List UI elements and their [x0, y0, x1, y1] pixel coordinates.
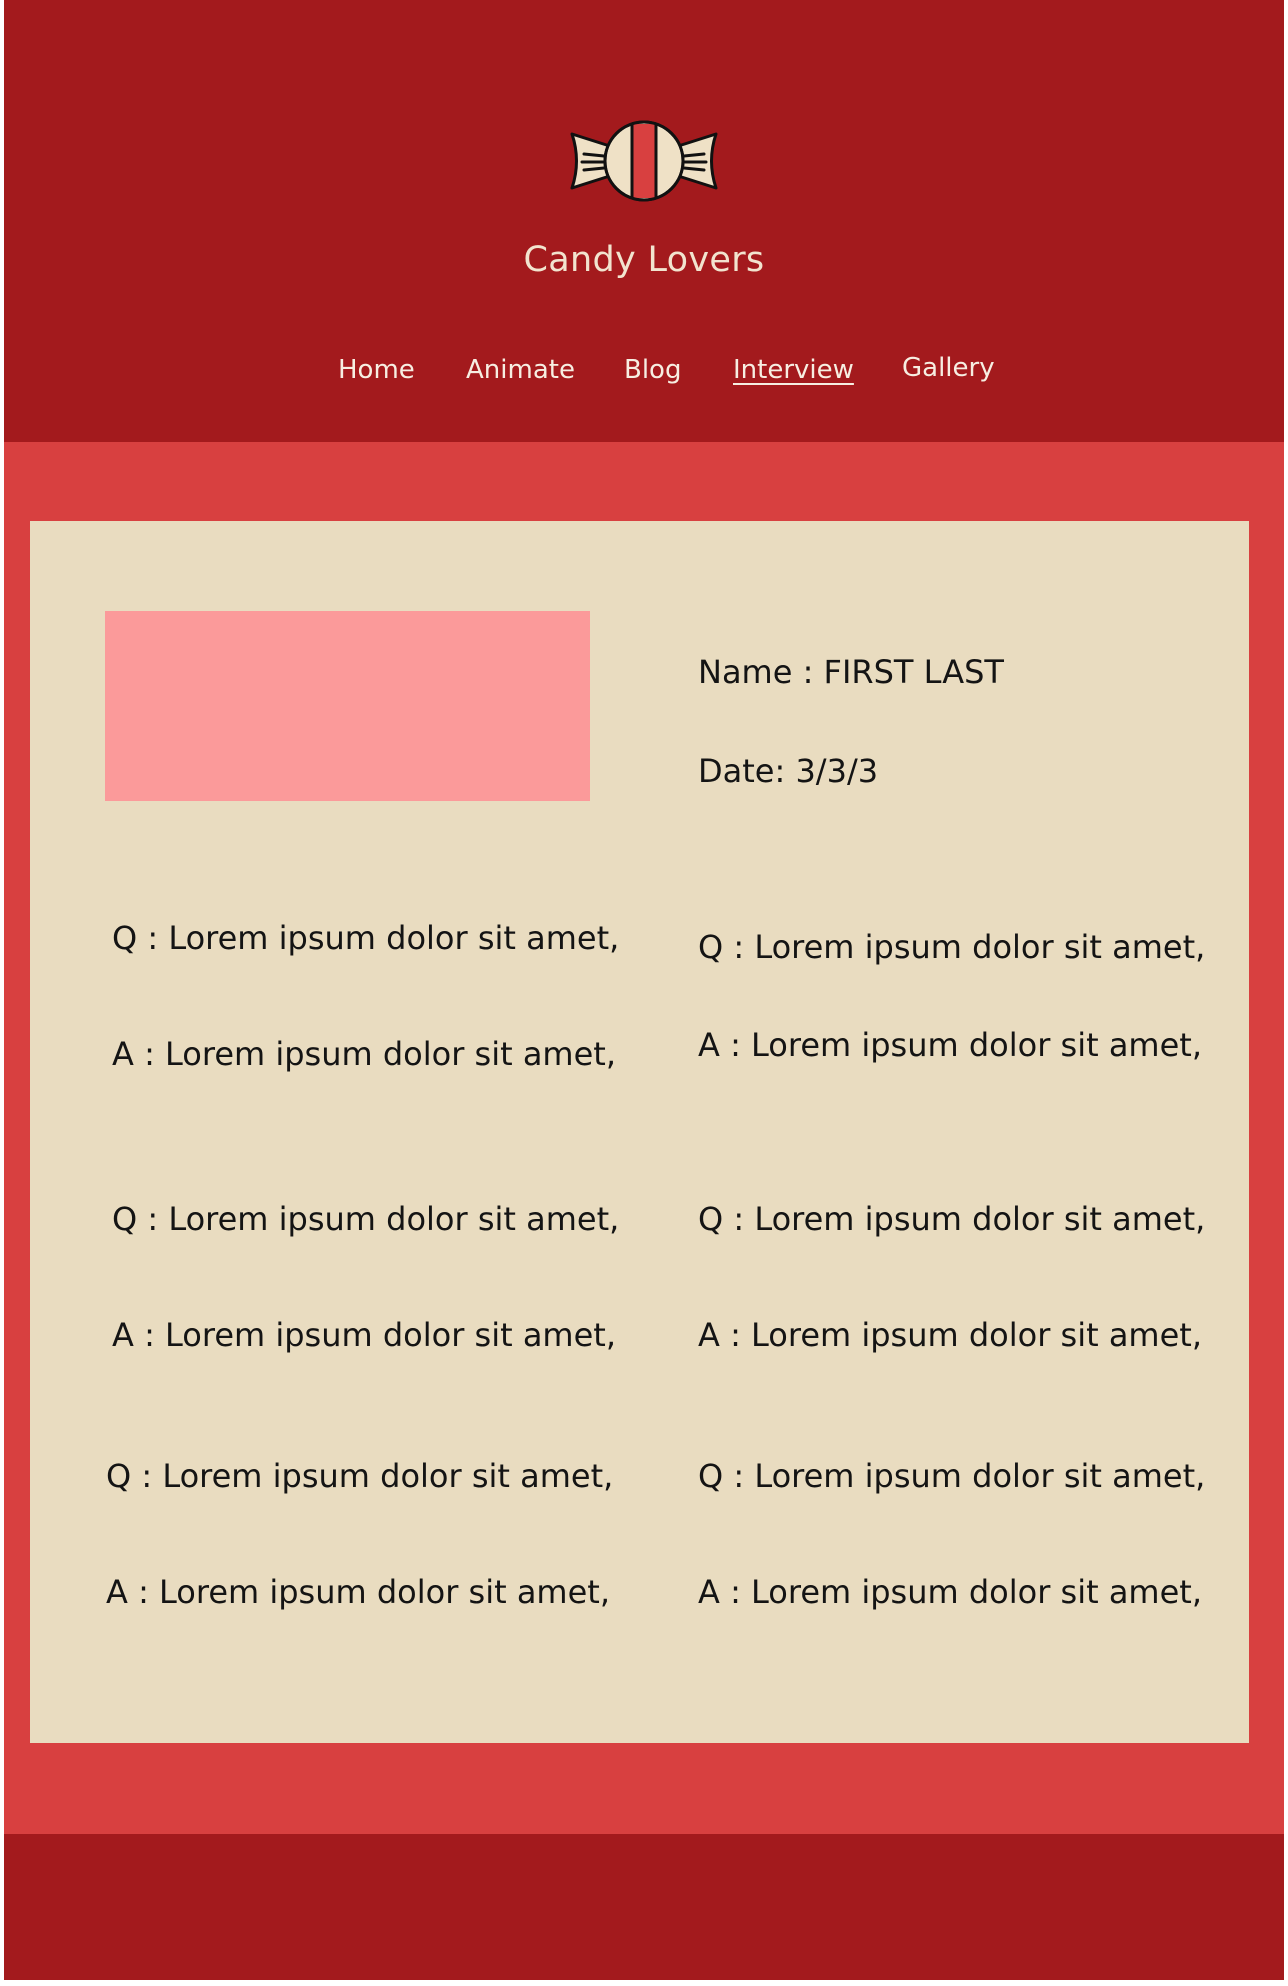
- question-3: Q : Lorem ipsum dolor sit amet,: [112, 1200, 620, 1238]
- answer-6: A : Lorem ipsum dolor sit amet,: [698, 1573, 1202, 1611]
- question-5: Q : Lorem ipsum dolor sit amet,: [106, 1457, 614, 1495]
- question-6: Q : Lorem ipsum dolor sit amet,: [698, 1457, 1206, 1495]
- nav-home[interactable]: Home: [338, 355, 415, 385]
- nav-animate[interactable]: Animate: [466, 355, 575, 385]
- interviewee-name: Name : FIRST LAST: [698, 653, 1004, 691]
- question-1: Q : Lorem ipsum dolor sit amet,: [112, 919, 620, 957]
- answer-2: A : Lorem ipsum dolor sit amet,: [698, 1026, 1202, 1064]
- nav-blog[interactable]: Blog: [624, 355, 681, 385]
- site-footer: [4, 1834, 1284, 1980]
- answer-3: A : Lorem ipsum dolor sit amet,: [112, 1316, 616, 1354]
- question-2: Q : Lorem ipsum dolor sit amet,: [698, 928, 1206, 966]
- site-header: Candy Lovers Home Animate Blog Interview…: [4, 0, 1284, 442]
- answer-1: A : Lorem ipsum dolor sit amet,: [112, 1035, 616, 1073]
- question-4: Q : Lorem ipsum dolor sit amet,: [698, 1200, 1206, 1238]
- interviewee-photo-placeholder: [105, 611, 590, 801]
- page: Candy Lovers Home Animate Blog Interview…: [4, 0, 1284, 1980]
- site-title: Candy Lovers: [523, 240, 765, 280]
- nav-interview[interactable]: Interview: [733, 355, 854, 385]
- nav-gallery[interactable]: Gallery: [902, 353, 995, 383]
- candy-icon[interactable]: [564, 118, 724, 204]
- answer-5: A : Lorem ipsum dolor sit amet,: [106, 1573, 610, 1611]
- answer-4: A : Lorem ipsum dolor sit amet,: [698, 1316, 1202, 1354]
- interview-card: Name : FIRST LAST Date: 3/3/3 Q : Lorem …: [30, 521, 1249, 1743]
- interview-date: Date: 3/3/3: [698, 752, 879, 790]
